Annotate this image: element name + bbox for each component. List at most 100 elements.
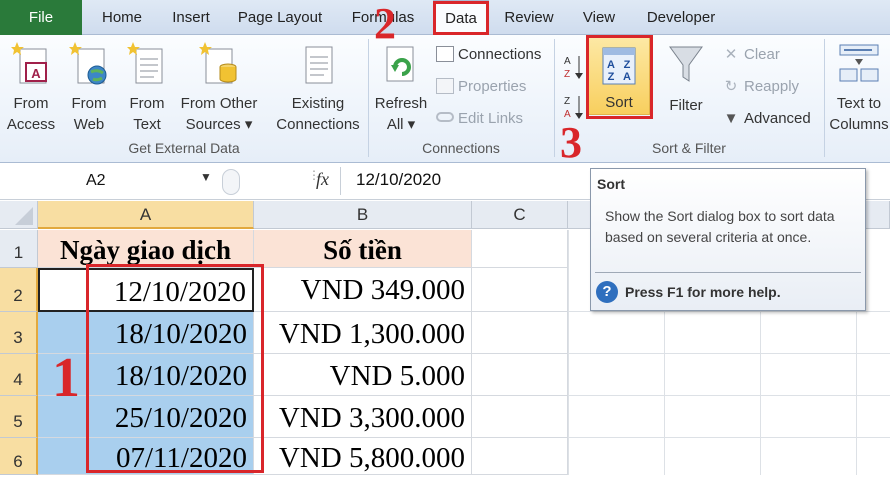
cell-c3[interactable] xyxy=(472,312,568,354)
filter-button[interactable]: Filter xyxy=(658,39,714,116)
svg-text:Z: Z xyxy=(564,69,570,80)
advanced-button[interactable]: ▼ Advanced xyxy=(722,108,811,130)
row-header-1[interactable]: 1 xyxy=(0,230,38,268)
globe-icon xyxy=(69,42,107,85)
properties-icon xyxy=(436,78,454,94)
connections-icon xyxy=(436,46,454,62)
text-to-columns-label1: Text to xyxy=(836,95,882,112)
row-header-4[interactable]: 4 xyxy=(0,354,38,396)
tab-view[interactable]: View xyxy=(572,0,626,35)
existing-label2: Connections xyxy=(276,116,360,133)
from-access-label1: From xyxy=(13,95,49,112)
text-to-columns-button[interactable]: Text to Columns xyxy=(826,39,890,135)
get-external-data-group-label: Get External Data xyxy=(128,140,240,156)
tab-review[interactable]: Review xyxy=(495,0,563,35)
row-header-6[interactable]: 6 xyxy=(0,438,38,475)
cell-b3[interactable]: VND 1,300.000 xyxy=(254,312,472,354)
tab-file[interactable]: File xyxy=(0,0,82,35)
from-text-label1: From xyxy=(129,95,165,112)
sort-filter-group-label: Sort & Filter xyxy=(652,140,726,156)
advanced-filter-icon: ▼ xyxy=(723,110,739,127)
cell-b2[interactable]: VND 349.000 xyxy=(254,268,472,312)
name-box-value: A2 xyxy=(86,172,106,189)
reapply-icon: ↻ xyxy=(724,78,738,95)
refresh-label1: Refresh xyxy=(374,95,428,112)
step-2-annotation: 2 xyxy=(374,0,396,48)
cell-b4[interactable]: VND 5.000 xyxy=(254,354,472,396)
group-separator xyxy=(824,39,825,157)
tooltip-title: Sort xyxy=(597,176,625,192)
step-1-annotation: 1 xyxy=(52,347,80,409)
text-to-columns-icon xyxy=(839,44,879,82)
cell-b6[interactable]: VND 5,800.000 xyxy=(254,438,472,475)
from-access-label2: Access xyxy=(6,116,56,133)
cell-b5[interactable]: VND 3,300.000 xyxy=(254,396,472,438)
refresh-all-button[interactable]: Refresh All ▾ xyxy=(372,39,430,135)
tooltip-help-text: Press F1 for more help. xyxy=(625,284,781,300)
filter-funnel-icon xyxy=(669,46,703,82)
existing-label1: Existing xyxy=(291,95,345,112)
step-3-annotation: 3 xyxy=(560,118,582,167)
sort-a-to-z-button[interactable]: A Z xyxy=(562,53,586,81)
cell-c6[interactable] xyxy=(472,438,568,475)
formula-input[interactable]: 12/10/2020 xyxy=(356,170,441,190)
clear-filter-icon: ✕ xyxy=(724,46,738,63)
from-web-label2: Web xyxy=(73,116,105,133)
name-box[interactable]: A2 ▼ xyxy=(0,168,218,195)
name-box-dropdown-icon[interactable]: ▼ xyxy=(200,170,212,184)
edit-links-button[interactable]: Edit Links xyxy=(436,108,523,130)
connections-button[interactable]: Connections xyxy=(436,44,541,66)
row-header-5[interactable]: 5 xyxy=(0,396,38,438)
link-icon xyxy=(436,112,454,122)
row-header-2[interactable]: 2 xyxy=(0,268,38,312)
properties-button[interactable]: Properties xyxy=(436,76,526,98)
tab-page-layout[interactable]: Page Layout xyxy=(228,0,332,35)
access-icon: A xyxy=(11,42,47,84)
refresh-label2: All ▾ xyxy=(386,116,416,133)
tooltip-body: Show the Sort dialog box to sort data ba… xyxy=(605,208,835,245)
sort-z-to-a-button[interactable]: Z A xyxy=(562,93,586,121)
cell-c5[interactable] xyxy=(472,396,568,438)
column-header-b[interactable]: B xyxy=(254,201,472,229)
sort-tooltip: Sort Show the Sort dialog box to sort da… xyxy=(590,168,866,311)
from-access-button[interactable]: A From Access xyxy=(4,39,58,135)
tooltip-divider xyxy=(595,272,861,273)
svg-text:Z: Z xyxy=(564,96,570,107)
formula-bar-divider xyxy=(340,167,341,195)
edit-links-label: Edit Links xyxy=(458,110,524,127)
select-all-triangle-icon xyxy=(15,207,33,225)
from-text-label2: Text xyxy=(133,116,161,133)
sort-button-highlight xyxy=(586,35,653,119)
tab-developer[interactable]: Developer xyxy=(634,0,728,35)
insert-function-button[interactable]: fx xyxy=(316,169,329,190)
cell-a1[interactable]: Ngày giao dịch xyxy=(38,230,254,268)
text-file-icon xyxy=(127,42,163,84)
help-icon: ? xyxy=(596,281,618,303)
row-header-3[interactable]: 3 xyxy=(0,312,38,354)
data-tab-highlight xyxy=(433,1,489,35)
from-other-sources-button[interactable]: From Other Sources ▾ xyxy=(176,39,262,135)
connections-label: Connections xyxy=(458,46,542,63)
column-header-a[interactable]: A xyxy=(38,201,254,229)
clear-button[interactable]: ✕ Clear xyxy=(722,44,780,66)
sort-descending-icon: Z A xyxy=(564,96,583,120)
from-web-button[interactable]: From Web xyxy=(64,39,114,135)
column-header-c[interactable]: C xyxy=(472,201,568,229)
existing-connections-icon xyxy=(305,46,333,84)
tab-insert[interactable]: Insert xyxy=(160,0,222,35)
existing-connections-button[interactable]: Existing Connections xyxy=(272,39,364,135)
from-text-button[interactable]: From Text xyxy=(122,39,172,135)
text-to-columns-label2: Columns xyxy=(829,116,889,133)
clear-label: Clear xyxy=(744,46,780,63)
tab-home[interactable]: Home xyxy=(90,0,154,35)
select-all-corner[interactable] xyxy=(0,201,38,229)
cell-c1[interactable] xyxy=(472,230,568,268)
cell-c4[interactable] xyxy=(472,354,568,396)
reapply-button[interactable]: ↻ Reapply xyxy=(722,76,799,98)
from-other-label1: From Other xyxy=(180,95,258,112)
cell-b1[interactable]: Số tiền xyxy=(254,230,472,268)
cell-c2[interactable] xyxy=(472,268,568,312)
filter-label: Filter xyxy=(669,97,703,114)
from-web-label1: From xyxy=(71,95,107,112)
formula-bar-resize-handle[interactable] xyxy=(222,169,240,195)
